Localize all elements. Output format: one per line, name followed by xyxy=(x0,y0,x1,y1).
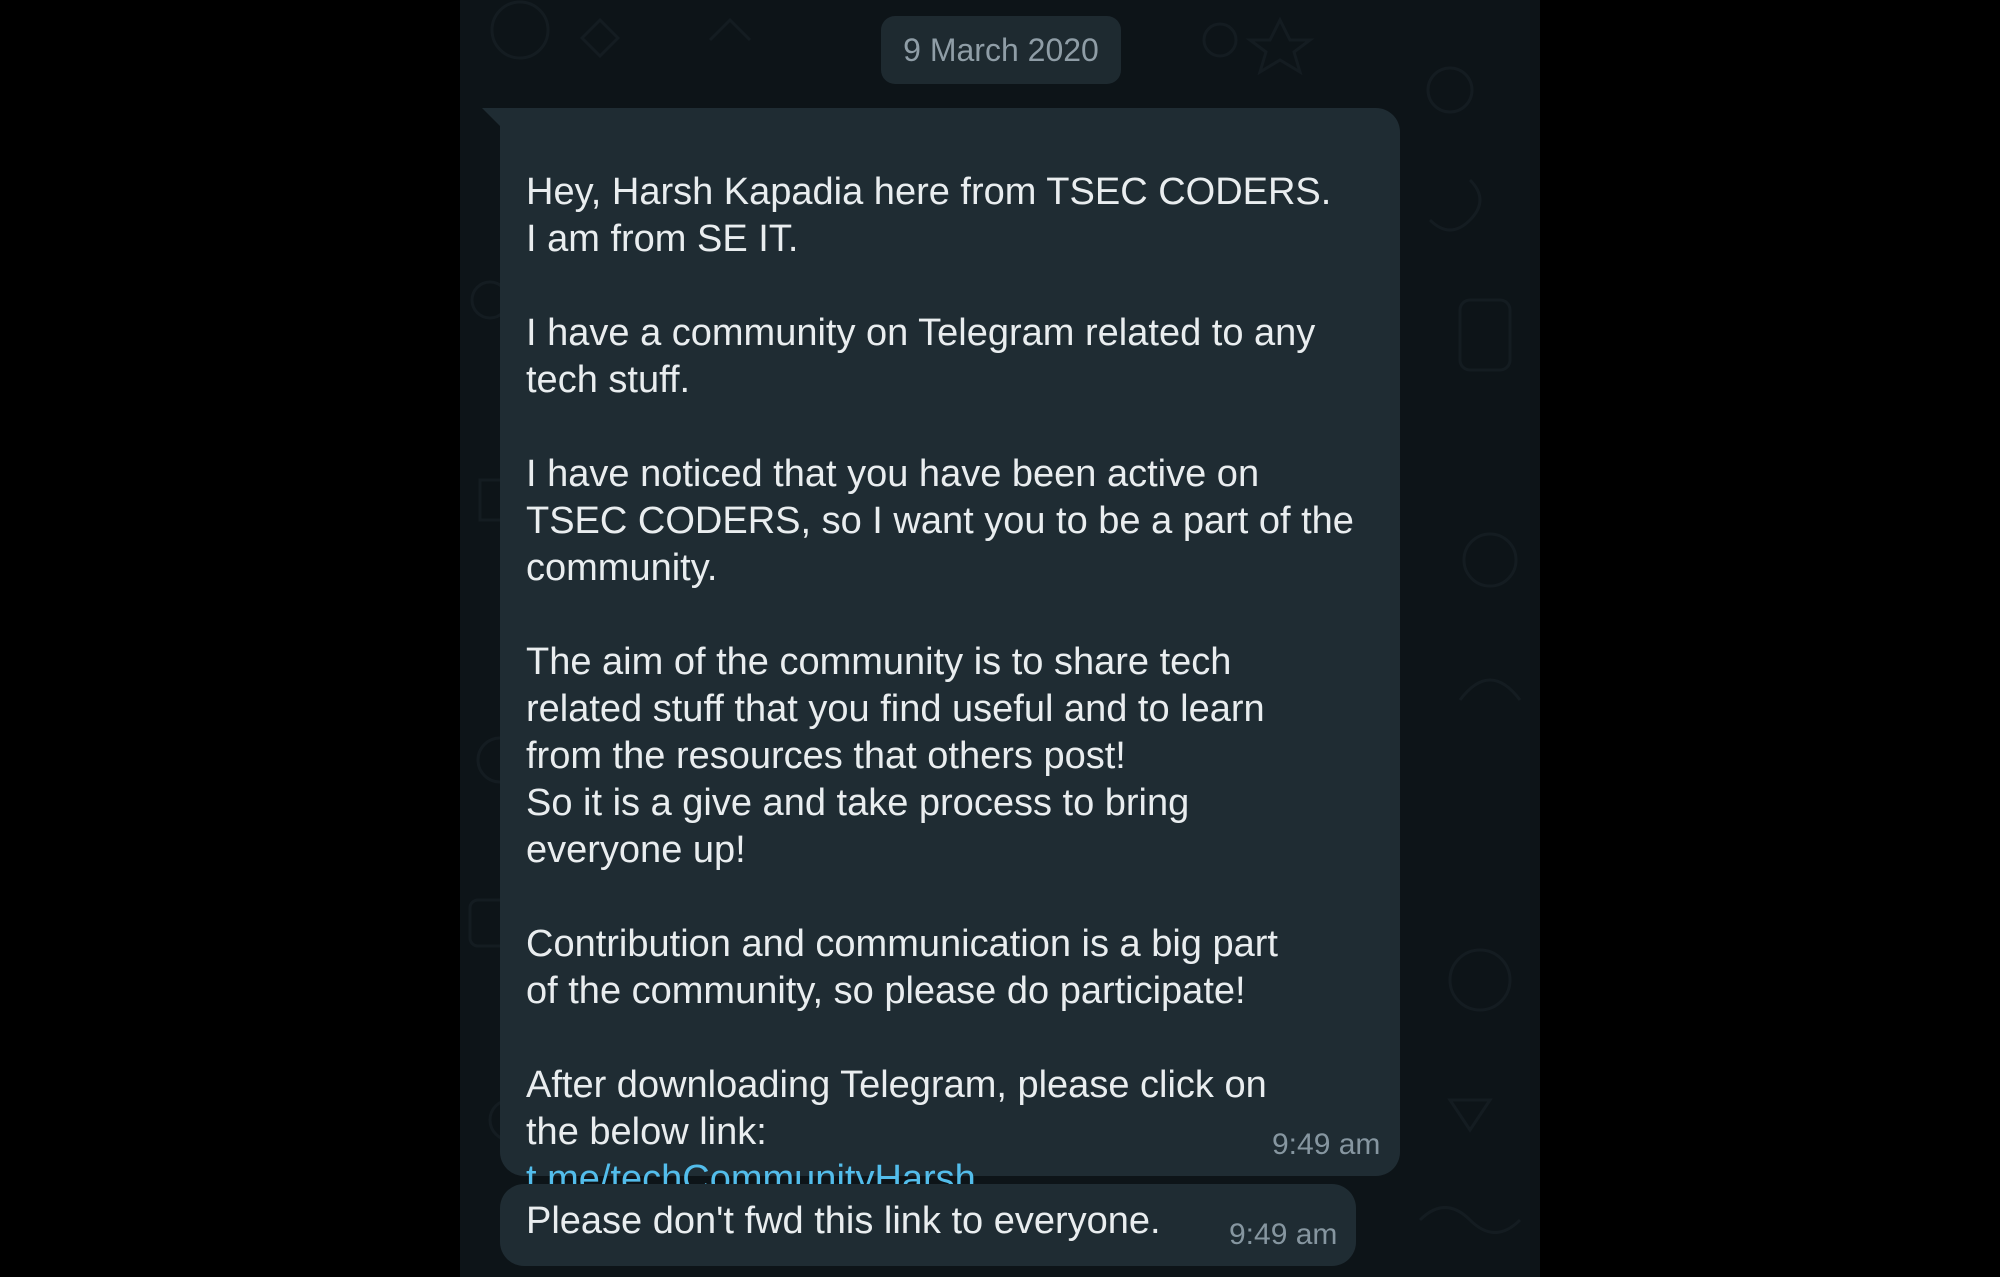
bubble-tail xyxy=(482,108,502,128)
message-paragraph: The aim of the community is to share tec… xyxy=(526,641,1265,871)
date-separator: 9 March 2020 xyxy=(881,16,1121,84)
message-timestamp: 9:49 am xyxy=(1272,1128,1381,1161)
message-bubble[interactable]: Hey, Harsh Kapadia here from TSEC CODERS… xyxy=(500,108,1400,1200)
message-paragraph: I have noticed that you have been active… xyxy=(526,453,1354,589)
message-timestamp: 9:49 am xyxy=(1229,1218,1338,1251)
message-paragraph: Contribution and communication is a big … xyxy=(526,923,1278,1012)
chat-panel[interactable]: 9 March 2020 Hey, Harsh Kapadia here fro… xyxy=(460,0,1540,1277)
message-text: Hey, Harsh Kapadia here from TSEC CODERS… xyxy=(526,122,1376,1203)
message-paragraph: After downloading Telegram, please click… xyxy=(526,1064,1267,1153)
message-bubble[interactable]: Please don't fwd this link to everyone. … xyxy=(500,1184,1356,1266)
message-paragraph: I have a community on Telegram related t… xyxy=(526,312,1316,401)
message-paragraph: Hey, Harsh Kapadia here from TSEC CODERS… xyxy=(526,171,1332,260)
message-text: Please don't fwd this link to everyone. xyxy=(526,1200,1161,1242)
